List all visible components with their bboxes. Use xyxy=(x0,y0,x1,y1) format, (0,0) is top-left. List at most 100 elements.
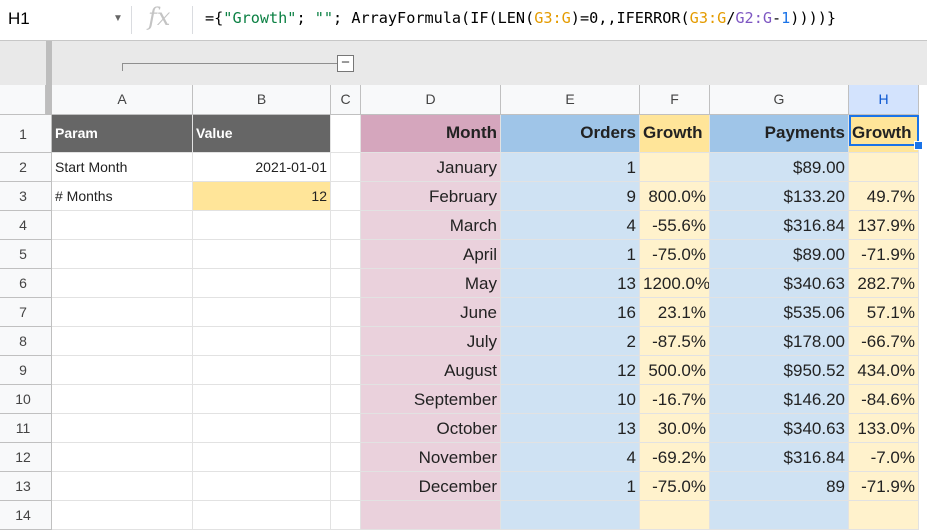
orders-growth-cell[interactable]: 23.1% xyxy=(640,298,710,327)
empty-cell[interactable] xyxy=(193,269,331,298)
month-cell[interactable]: July xyxy=(361,327,501,356)
orders-growth-cell[interactable] xyxy=(640,153,710,182)
row-header-10[interactable]: 10 xyxy=(0,385,52,414)
column-header-g[interactable]: G xyxy=(710,85,849,115)
row-header-5[interactable]: 5 xyxy=(0,240,52,269)
empty-cell[interactable] xyxy=(52,356,193,385)
empty-cell[interactable] xyxy=(331,385,361,414)
payments-cell[interactable]: $89.00 xyxy=(710,153,849,182)
column-header-a[interactable]: A xyxy=(52,85,193,115)
month-cell[interactable]: November xyxy=(361,443,501,472)
empty-cell[interactable] xyxy=(193,240,331,269)
param-name-cell[interactable]: Start Month xyxy=(52,153,193,182)
empty-cell[interactable] xyxy=(52,501,193,530)
empty-cell[interactable] xyxy=(331,356,361,385)
orders-cell[interactable]: 13 xyxy=(501,414,640,443)
name-box-value[interactable]: H1 xyxy=(8,9,30,29)
value-header[interactable]: Value xyxy=(193,115,331,153)
empty-cell[interactable] xyxy=(193,501,331,530)
payments-growth-cell[interactable]: -7.0% xyxy=(849,443,919,472)
empty-cell[interactable] xyxy=(193,211,331,240)
payments-cell[interactable]: $950.52 xyxy=(710,356,849,385)
empty-cell[interactable] xyxy=(193,472,331,501)
orders-cell[interactable]: 4 xyxy=(501,211,640,240)
row-header-13[interactable]: 13 xyxy=(0,472,52,501)
month-cell[interactable]: May xyxy=(361,269,501,298)
orders-cell[interactable]: 2 xyxy=(501,327,640,356)
formula-input[interactable]: ={"Growth"; ""; ArrayFormula(IF(LEN(G3:G… xyxy=(205,9,836,27)
month-cell[interactable]: January xyxy=(361,153,501,182)
orders-cell[interactable]: 10 xyxy=(501,385,640,414)
empty-cell[interactable] xyxy=(52,211,193,240)
orders-header[interactable]: Orders xyxy=(501,115,640,153)
row-header-14[interactable]: 14 xyxy=(0,501,52,530)
month-cell[interactable]: June xyxy=(361,298,501,327)
payments-cell[interactable]: 89 xyxy=(710,472,849,501)
column-header-d[interactable]: D xyxy=(361,85,501,115)
empty-cell[interactable] xyxy=(331,414,361,443)
empty-cell[interactable] xyxy=(501,501,640,530)
empty-cell[interactable] xyxy=(640,501,710,530)
month-cell[interactable]: February xyxy=(361,182,501,211)
empty-cell[interactable] xyxy=(52,298,193,327)
row-header-4[interactable]: 4 xyxy=(0,211,52,240)
param-name-cell[interactable]: # Months xyxy=(52,182,193,211)
empty-cell[interactable] xyxy=(331,269,361,298)
payments-cell[interactable]: $340.63 xyxy=(710,269,849,298)
payments-cell[interactable]: $340.63 xyxy=(710,414,849,443)
fill-handle[interactable] xyxy=(914,141,923,150)
payments-growth-cell[interactable]: 133.0% xyxy=(849,414,919,443)
orders-cell[interactable]: 4 xyxy=(501,443,640,472)
empty-cell[interactable] xyxy=(331,211,361,240)
orders-cell[interactable]: 16 xyxy=(501,298,640,327)
empty-cell[interactable] xyxy=(331,472,361,501)
collapse-minus-icon[interactable]: − xyxy=(337,55,354,72)
payments-cell[interactable]: $146.20 xyxy=(710,385,849,414)
payments-header[interactable]: Payments xyxy=(710,115,849,153)
empty-cell[interactable] xyxy=(52,443,193,472)
orders-cell[interactable]: 12 xyxy=(501,356,640,385)
month-cell[interactable]: April xyxy=(361,240,501,269)
param-header[interactable]: Param xyxy=(52,115,193,153)
name-box[interactable]: H1 ▼ xyxy=(0,0,131,40)
frozen-column-divider[interactable] xyxy=(46,41,52,115)
row-header-2[interactable]: 2 xyxy=(0,153,52,182)
payments-growth-cell[interactable]: -84.6% xyxy=(849,385,919,414)
row-header-8[interactable]: 8 xyxy=(0,327,52,356)
row-header-7[interactable]: 7 xyxy=(0,298,52,327)
dropdown-caret-icon[interactable]: ▼ xyxy=(113,13,123,24)
orders-growth-cell[interactable]: 1200.0% xyxy=(640,269,710,298)
payments-cell[interactable]: $316.84 xyxy=(710,211,849,240)
row-header-12[interactable]: 12 xyxy=(0,443,52,472)
payments-growth-cell[interactable]: 57.1% xyxy=(849,298,919,327)
orders-growth-cell[interactable]: 30.0% xyxy=(640,414,710,443)
orders-cell[interactable]: 9 xyxy=(501,182,640,211)
orders-growth-header[interactable]: Growth xyxy=(640,115,710,153)
row-header-9[interactable]: 9 xyxy=(0,356,52,385)
empty-cell[interactable] xyxy=(710,501,849,530)
month-header[interactable]: Month xyxy=(361,115,501,153)
payments-growth-cell[interactable]: -71.9% xyxy=(849,472,919,501)
empty-cell[interactable] xyxy=(52,327,193,356)
empty-cell[interactable] xyxy=(331,443,361,472)
payments-growth-cell[interactable]: 434.0% xyxy=(849,356,919,385)
payments-cell[interactable]: $178.00 xyxy=(710,327,849,356)
empty-cell[interactable] xyxy=(52,269,193,298)
empty-cell[interactable] xyxy=(193,443,331,472)
empty-cell[interactable] xyxy=(52,472,193,501)
empty-cell[interactable] xyxy=(331,501,361,530)
empty-cell[interactable] xyxy=(52,414,193,443)
payments-growth-cell[interactable]: 49.7% xyxy=(849,182,919,211)
row-header-11[interactable]: 11 xyxy=(0,414,52,443)
payments-growth-cell[interactable]: 282.7% xyxy=(849,269,919,298)
payments-growth-header[interactable]: Growth xyxy=(849,115,919,153)
orders-growth-cell[interactable]: -55.6% xyxy=(640,211,710,240)
orders-cell[interactable]: 1 xyxy=(501,153,640,182)
cell-c1[interactable] xyxy=(331,115,361,153)
empty-cell[interactable] xyxy=(52,240,193,269)
orders-growth-cell[interactable]: -69.2% xyxy=(640,443,710,472)
empty-cell[interactable] xyxy=(193,298,331,327)
orders-growth-cell[interactable]: 500.0% xyxy=(640,356,710,385)
empty-cell[interactable] xyxy=(331,153,361,182)
payments-cell[interactable]: $89.00 xyxy=(710,240,849,269)
